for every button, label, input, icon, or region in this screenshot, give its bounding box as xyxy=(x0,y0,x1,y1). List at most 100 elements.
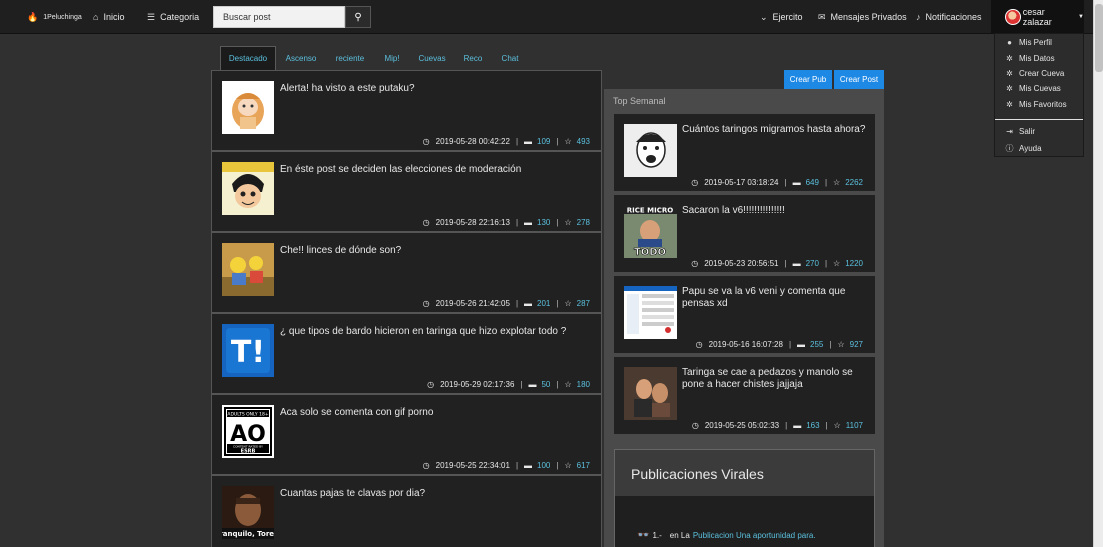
crear-post-button[interactable]: Crear Post xyxy=(834,70,884,89)
tab-reciente[interactable]: reciente xyxy=(329,46,371,70)
post-thumbnail[interactable] xyxy=(624,367,677,420)
tab-ascenso[interactable]: Ascenso xyxy=(279,46,323,70)
adults-only-text: ADULTS ONLY 18+ xyxy=(227,412,268,418)
comment-count: 163 xyxy=(806,421,820,430)
post-thumbnail[interactable] xyxy=(624,124,677,177)
list-item[interactable]: RICE MICRO TODO Sacaron la v6!!!!!!!!!!!… xyxy=(614,195,875,274)
clock-icon: ◷ xyxy=(691,421,699,430)
gear-icon: ✲ xyxy=(1006,54,1013,63)
menu-item-label: Ayuda xyxy=(1019,144,1042,153)
list-item[interactable]: Tranquilo, Torett Cuantas pajas te clava… xyxy=(212,476,601,547)
fire-icon: 🔥 xyxy=(27,11,39,22)
post-meta: ◷ 2019-05-25 22:34:01 | ▬ 100 | ☆ 617 xyxy=(422,461,590,470)
tab-destacado[interactable]: Destacado xyxy=(220,46,276,70)
user-menu-button[interactable]: cesar zalazar ▼ xyxy=(991,0,1084,34)
menu-item-crear-cueva[interactable]: ✲ Crear Cueva xyxy=(1005,69,1064,78)
comment-count: 50 xyxy=(541,380,551,389)
top-navbar: 🔥 1Peluchinga ⌂ Inicio ☰ Categoria Busca… xyxy=(0,0,1103,34)
fav-count: 617 xyxy=(576,461,590,470)
clock-icon: ◷ xyxy=(427,380,435,389)
post-title[interactable]: ¿ que tipos de bardo hicieron en taringa… xyxy=(280,326,590,338)
post-thumbnail[interactable]: ADULTS ONLY 18+ AO CONTENT RATED BY ESRB xyxy=(222,405,274,458)
tab-chat[interactable]: Chat xyxy=(495,46,525,70)
post-thumbnail[interactable] xyxy=(624,286,677,339)
fav-count: 1107 xyxy=(845,421,863,430)
fav-count: 927 xyxy=(849,340,863,349)
scrollbar-thumb[interactable] xyxy=(1095,4,1103,72)
star-icon: ☆ xyxy=(564,299,572,308)
list-item[interactable]: Che!! linces de dónde son? ◷ 2019-05-26 … xyxy=(212,233,601,314)
tab-mip[interactable]: Mip! xyxy=(377,46,407,70)
tab-reco[interactable]: Reco xyxy=(458,46,488,70)
gear-icon: ✲ xyxy=(1006,69,1013,78)
list-item[interactable]: Alerta! ha visto a este putaku? ◷ 2019-0… xyxy=(212,71,601,152)
nav-inicio-label: Inicio xyxy=(103,12,125,22)
star-icon: ☆ xyxy=(837,340,845,349)
scrollbar[interactable] xyxy=(1093,0,1103,547)
fav-count: 287 xyxy=(576,299,590,308)
list-item[interactable]: Taringa se cae a pedazos y manolo se pon… xyxy=(614,357,875,436)
viral-link[interactable]: Publicacion Una aportunidad para. xyxy=(693,531,816,540)
list-item[interactable]: En éste post se deciden las elecciones d… xyxy=(212,152,601,233)
comment-icon: ▬ xyxy=(524,299,533,308)
menu-item-mis-datos[interactable]: ✲ Mis Datos xyxy=(1005,54,1054,63)
search-button[interactable]: ⚲ xyxy=(345,6,371,28)
nav-mensajes[interactable]: ✉ Mensajes Privados xyxy=(818,0,907,34)
bell-icon: ♪ xyxy=(916,11,921,22)
nav-notificaciones[interactable]: ♪ Notificaciones xyxy=(916,0,982,34)
gear-icon: ✲ xyxy=(1006,100,1013,109)
menu-item-mis-cuevas[interactable]: ✲ Mis Cuevas xyxy=(1005,84,1061,93)
fav-count: 278 xyxy=(576,218,590,227)
search-input[interactable]: Buscar post xyxy=(213,6,345,28)
star-icon: ☆ xyxy=(564,380,572,389)
post-thumbnail[interactable] xyxy=(222,81,274,134)
post-date: 2019-05-26 21:42:05 xyxy=(435,299,510,308)
star-icon: ☆ xyxy=(833,178,841,187)
crear-pub-button[interactable]: Crear Pub xyxy=(784,70,832,89)
post-title[interactable]: Aca solo se comenta con gif porno xyxy=(280,407,590,419)
nav-mensajes-label: Mensajes Privados xyxy=(830,12,907,22)
post-thumbnail[interactable]: T! xyxy=(222,324,274,377)
envelope-icon: ✉ xyxy=(818,11,826,22)
menu-item-mis-favoritos[interactable]: ✲ Mis Favoritos xyxy=(1005,100,1066,109)
list-item[interactable]: T! ¿ que tipos de bardo hicieron en tari… xyxy=(212,314,601,395)
menu-item-mis-perfil[interactable]: ● Mis Perfil xyxy=(1005,38,1052,47)
menu-item-ayuda[interactable]: ⓘ Ayuda xyxy=(1005,143,1042,154)
post-title[interactable]: Cuantas pajas te clavas por dia? xyxy=(280,488,590,500)
nav-categoria[interactable]: ☰ Categoria xyxy=(147,0,199,34)
comment-icon: ▬ xyxy=(792,178,801,187)
fav-count: 2262 xyxy=(845,178,863,187)
post-title[interactable]: Cuántos taringos migramos hasta ahora? xyxy=(682,124,867,136)
comment-icon: ▬ xyxy=(793,421,802,430)
list-item[interactable]: ADULTS ONLY 18+ AO CONTENT RATED BY ESRB… xyxy=(212,395,601,476)
comment-count: 649 xyxy=(805,178,819,187)
chevron-down-icon: ⌄ xyxy=(760,11,768,22)
menu-item-salir[interactable]: ⇥ Salir xyxy=(1005,127,1035,136)
list-item[interactable]: Cuántos taringos migramos hasta ahora? ◷… xyxy=(614,114,875,193)
nav-ejercito[interactable]: ⌄ Ejercito xyxy=(760,0,803,34)
fav-count: 1220 xyxy=(845,259,863,268)
tab-cuevas[interactable]: Cuevas xyxy=(414,46,450,70)
post-title[interactable]: Sacaron la v6!!!!!!!!!!!!!!! xyxy=(682,205,867,217)
info-icon: ⓘ xyxy=(1005,144,1014,153)
viral-num: 1.- xyxy=(652,531,662,540)
post-title[interactable]: Che!! linces de dónde son? xyxy=(280,245,590,257)
post-title[interactable]: En éste post se deciden las elecciones d… xyxy=(280,164,590,176)
post-thumbnail[interactable]: RICE MICRO TODO xyxy=(624,205,677,258)
nav-inicio[interactable]: ⌂ Inicio xyxy=(93,0,124,34)
post-meta: ◷ 2019-05-28 00:42:22 | ▬ 109 | ☆ 493 xyxy=(422,137,590,146)
nav-notificaciones-label: Notificaciones xyxy=(925,12,982,22)
nav-ejercito-label: Ejercito xyxy=(772,12,803,22)
post-thumbnail[interactable]: Tranquilo, Torett xyxy=(222,486,274,539)
post-title[interactable]: Papu se va la v6 veni y comenta que pens… xyxy=(682,286,867,310)
post-thumbnail[interactable] xyxy=(222,243,274,296)
clock-icon: ◷ xyxy=(691,178,699,187)
viral-item: 👓 1.- en La Publicacion Una aportunidad … xyxy=(637,530,816,541)
star-icon: ☆ xyxy=(564,218,572,227)
brand-link[interactable]: 🔥 1Peluchinga xyxy=(27,0,82,34)
post-title[interactable]: Alerta! ha visto a este putaku? xyxy=(280,83,590,95)
post-meta: ◷ 2019-05-16 16:07:28 | ▬ 255 | ☆ 927 xyxy=(695,340,863,349)
post-thumbnail[interactable] xyxy=(222,162,274,215)
post-title[interactable]: Taringa se cae a pedazos y manolo se pon… xyxy=(682,367,867,391)
list-item[interactable]: Papu se va la v6 veni y comenta que pens… xyxy=(614,276,875,355)
